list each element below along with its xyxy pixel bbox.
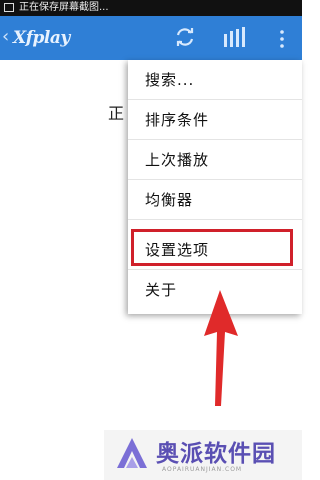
back-arrow-icon[interactable]: ‹ xyxy=(2,25,9,49)
watermark-text: 奥派软件园 xyxy=(156,441,276,467)
status-text: 正在保存屏幕截图... xyxy=(19,2,109,13)
app-title: Xfplay xyxy=(13,28,70,48)
action-bar: ‹ Xfplay xyxy=(0,16,302,60)
menu-item-equalizer[interactable]: 均衡器 xyxy=(128,180,302,220)
menu-item-label: 均衡器 xyxy=(145,191,194,209)
menu-item-sort[interactable]: 排序条件 xyxy=(128,100,302,140)
overflow-menu: 搜索... 排序条件 上次播放 均衡器 设置选项 关于 xyxy=(128,60,302,314)
menu-item-label: 排序条件 xyxy=(145,111,210,129)
watermark-logo-icon xyxy=(117,438,147,468)
menu-item-last-played[interactable]: 上次播放 xyxy=(128,140,302,180)
watermark-subtext: AOPAIRUANJIAN.COM xyxy=(162,466,243,473)
screenshot-icon xyxy=(4,3,14,12)
menu-item-label: 上次播放 xyxy=(145,151,210,169)
red-arrow-annotation xyxy=(204,290,238,406)
menu-item-label: 关于 xyxy=(145,281,178,299)
menu-item-search[interactable]: 搜索... xyxy=(128,60,302,100)
watermark: 奥派软件园 AOPAIRUANJIAN.COM xyxy=(104,430,302,480)
settings-highlight-box xyxy=(131,229,293,266)
background-status-text: 正 xyxy=(108,104,125,123)
equalizer-bars-icon[interactable] xyxy=(222,26,246,48)
status-bar: 正在保存屏幕截图... xyxy=(0,0,302,16)
refresh-icon[interactable] xyxy=(174,26,196,48)
menu-item-label: 搜索... xyxy=(145,71,195,89)
overflow-menu-icon[interactable] xyxy=(278,28,286,50)
